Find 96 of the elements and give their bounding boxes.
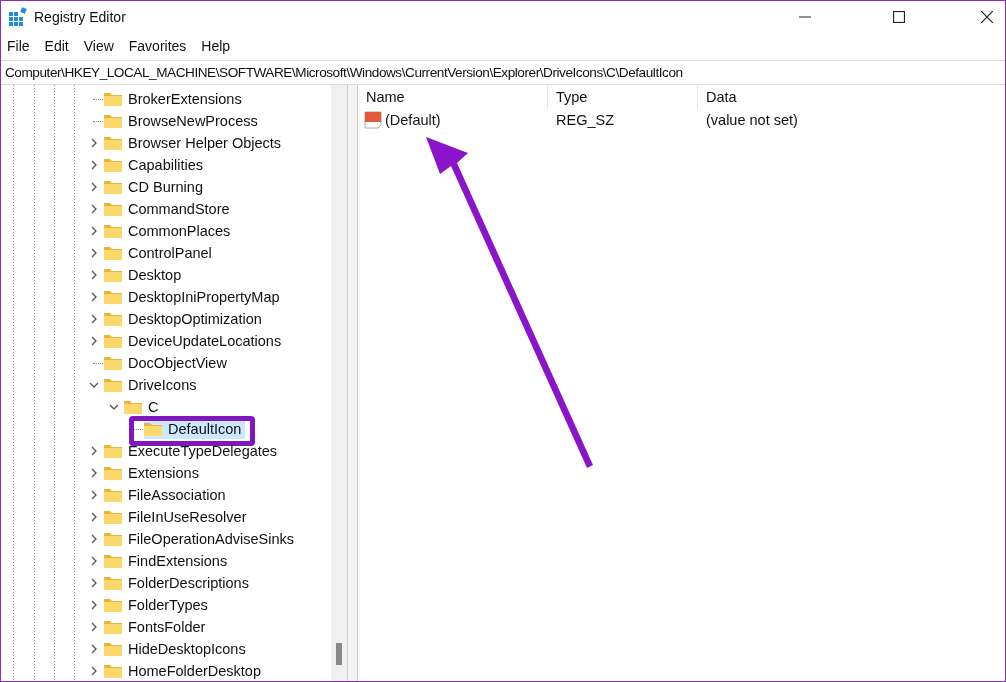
expand-chevron-icon[interactable] <box>89 248 99 258</box>
tree-item[interactable]: FileInUseResolver <box>104 507 251 527</box>
tree-item[interactable]: DesktopIniPropertyMap <box>104 287 284 307</box>
expand-chevron-icon[interactable] <box>89 226 99 236</box>
expand-chevron-icon[interactable] <box>89 182 99 192</box>
expand-chevron-icon[interactable] <box>89 292 99 302</box>
value-data: (value not set) <box>705 112 799 128</box>
folder-icon <box>124 400 142 414</box>
expand-chevron-icon[interactable] <box>89 314 99 324</box>
tree-item[interactable]: BrokerExtensions <box>104 89 246 109</box>
expand-chevron-icon[interactable] <box>89 270 99 280</box>
column-header[interactable]: Name <box>358 85 548 109</box>
expand-chevron-icon[interactable] <box>89 446 99 456</box>
folder-icon <box>104 114 122 128</box>
expand-chevron-icon[interactable] <box>89 468 99 478</box>
folder-icon <box>104 268 122 282</box>
folder-icon <box>104 136 122 150</box>
tree-item[interactable]: ControlPanel <box>104 243 216 263</box>
expand-chevron-icon[interactable] <box>89 556 99 566</box>
folder-icon <box>104 246 122 260</box>
expand-chevron-icon[interactable] <box>89 160 99 170</box>
scrollbar-thumb[interactable] <box>336 643 342 665</box>
folder-icon <box>104 598 122 612</box>
column-header[interactable]: Data <box>698 85 1005 109</box>
tree-item[interactable]: CommandStore <box>104 199 234 219</box>
column-header[interactable]: Type <box>548 85 698 109</box>
folder-icon <box>104 158 122 172</box>
folder-icon <box>104 576 122 590</box>
folder-icon <box>104 444 122 458</box>
tree-item[interactable]: DocObjectView <box>104 353 231 373</box>
folder-icon <box>104 378 122 392</box>
folder-icon <box>104 488 122 502</box>
folder-icon <box>104 466 122 480</box>
tree-item[interactable]: FolderDescriptions <box>104 573 253 593</box>
tree-item[interactable]: CommonPlaces <box>104 221 235 241</box>
scrollbar[interactable] <box>331 85 347 681</box>
collapse-chevron-icon[interactable] <box>89 380 99 390</box>
collapse-chevron-icon[interactable] <box>109 402 119 412</box>
expand-chevron-icon[interactable] <box>89 138 99 148</box>
menu-item[interactable]: Help <box>201 38 231 54</box>
expand-chevron-icon[interactable] <box>89 490 99 500</box>
folder-icon <box>104 180 122 194</box>
value-type: REG_SZ <box>555 112 615 128</box>
menu-item[interactable]: View <box>83 38 114 54</box>
folder-icon <box>104 554 122 568</box>
tree-item[interactable]: FindExtensions <box>104 551 232 571</box>
tree-item[interactable]: FileAssociation <box>104 485 230 505</box>
folder-icon <box>104 510 122 524</box>
menu-item[interactable]: Favorites <box>128 38 187 54</box>
value-name[interactable]: (Default) <box>358 111 548 129</box>
window-title: Registry Editor <box>34 8 126 25</box>
tree-item[interactable]: HomeFolderDesktop <box>104 661 265 681</box>
address-bar[interactable]: Computer\HKEY_LOCAL_MACHINE\SOFTWARE\Microsoft\Windows\CurrentVersion\Explorer\DriveIcons\C\DefaultIcon <box>1 60 1005 85</box>
tree-item[interactable]: DeviceUpdateLocations <box>104 331 286 351</box>
folder-icon <box>104 202 122 216</box>
folder-icon <box>104 224 122 238</box>
folder-icon <box>104 664 122 678</box>
tree-item[interactable]: Extensions <box>104 463 203 483</box>
tree-item[interactable]: BrowseNewProcess <box>104 111 262 131</box>
expand-chevron-icon[interactable] <box>89 204 99 214</box>
folder-icon <box>104 532 122 546</box>
folder-icon <box>104 356 122 370</box>
tree-item[interactable]: ExecuteTypeDelegates <box>104 441 282 461</box>
close-icon[interactable] <box>981 10 993 23</box>
expand-chevron-icon[interactable] <box>89 666 99 676</box>
expand-chevron-icon[interactable] <box>89 534 99 544</box>
tree-item[interactable]: DriveIcons <box>104 375 201 395</box>
folder-icon <box>104 620 122 634</box>
tree-item[interactable]: C <box>124 397 163 417</box>
menu-item[interactable]: File <box>7 38 30 54</box>
expand-chevron-icon[interactable] <box>89 336 99 346</box>
tree-item[interactable]: DefaultIcon <box>144 419 246 439</box>
expand-chevron-icon[interactable] <box>89 622 99 632</box>
string-value-icon <box>364 111 382 129</box>
tree-item[interactable]: FileOperationAdviseSinks <box>104 529 299 549</box>
tree-item[interactable]: FolderTypes <box>104 595 212 615</box>
registry-icon <box>8 6 28 27</box>
expand-chevron-icon[interactable] <box>89 512 99 522</box>
folder-icon <box>104 290 122 304</box>
maximize-icon[interactable] <box>893 10 905 23</box>
expand-chevron-icon[interactable] <box>89 578 99 588</box>
tree-item[interactable]: Capabilities <box>104 155 207 175</box>
tree-item[interactable]: HideDesktopIcons <box>104 639 250 659</box>
tree-item[interactable]: FontsFolder <box>104 617 210 637</box>
expand-chevron-icon[interactable] <box>89 644 99 654</box>
tree-item[interactable]: Desktop <box>104 265 186 285</box>
folder-icon <box>144 422 162 436</box>
folder-icon <box>104 92 122 106</box>
tree-item[interactable]: CD Burning <box>104 177 207 197</box>
tree-item[interactable]: Browser Helper Objects <box>104 133 286 153</box>
folder-icon <box>104 334 122 348</box>
folder-icon <box>104 312 122 326</box>
expand-chevron-icon[interactable] <box>89 600 99 610</box>
tree-item[interactable]: DesktopOptimization <box>104 309 266 329</box>
menu-item[interactable]: Edit <box>44 38 69 54</box>
folder-icon <box>104 642 122 656</box>
